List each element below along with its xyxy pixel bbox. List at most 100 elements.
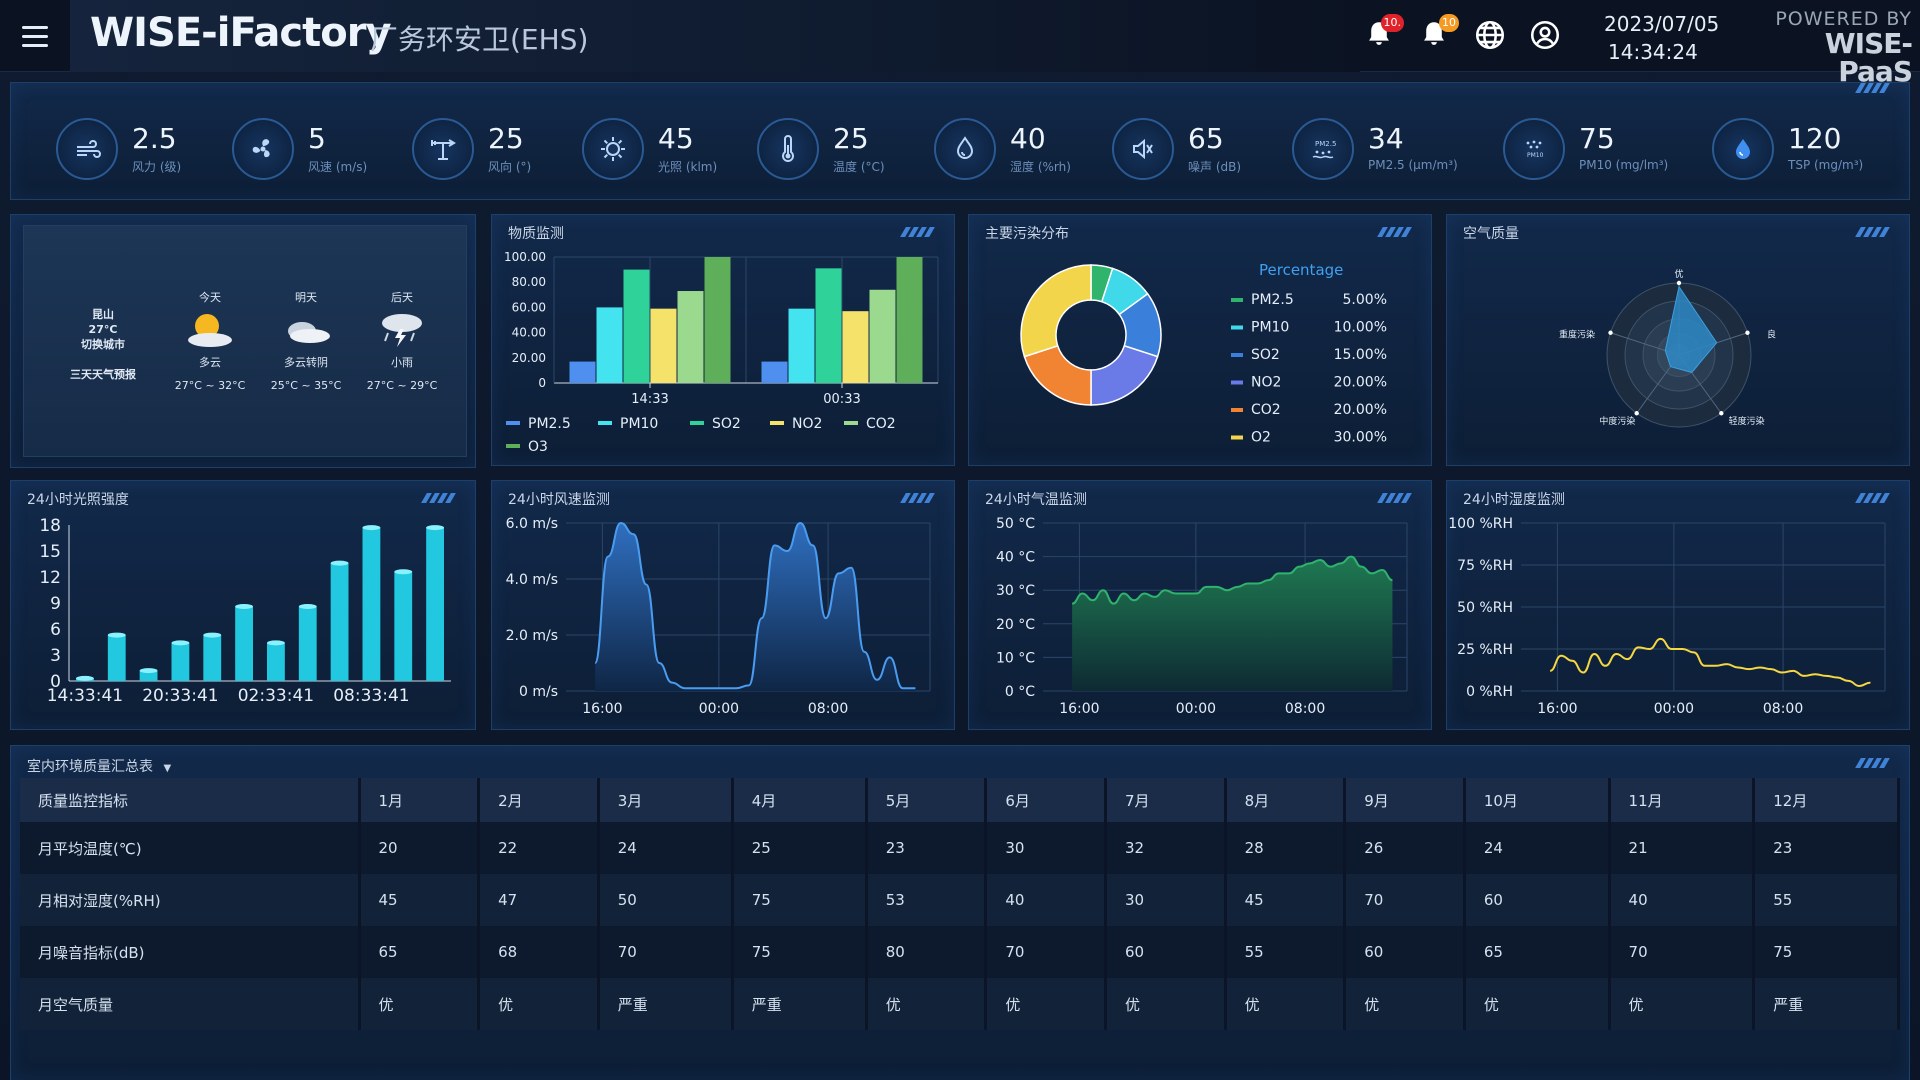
table-cell: 严重 [598, 978, 734, 1030]
series-area [595, 523, 916, 691]
y-tick-label: 100 %RH [1448, 516, 1513, 532]
user-account-icon[interactable] [1528, 18, 1562, 52]
wind-icon [56, 118, 118, 180]
y-tick-label: 0 °C [1005, 684, 1035, 700]
hamburger-menu-icon[interactable] [14, 16, 56, 56]
table-cell: 40 [985, 874, 1107, 926]
table-cell: 23 [1753, 822, 1900, 874]
legend-title: Percentage [1259, 261, 1343, 279]
x-tick-label: 02:33:41 [238, 686, 314, 706]
sensor-label: 噪声 (dB) [1188, 160, 1242, 174]
column-header-month: 2月 [478, 778, 600, 822]
legend-label: O3 [528, 439, 548, 455]
weather-panel: 昆山 27°C 切换城市 三天天气预报 今天 多云 27°C ~ 32°C 明天… [10, 214, 476, 468]
light-bar-cap [330, 560, 349, 566]
sensor-label: 风速 (m/s) [308, 160, 368, 174]
series-area [1072, 556, 1393, 691]
forecast-range: 27°C ~ 32°C [174, 379, 246, 392]
material-bar-chart: 100.00 80.00 60.00 40.00 20.00 0 14:33 00:33 PM2… [504, 250, 939, 455]
slice-o2 [1020, 264, 1092, 358]
cloudy-icon [288, 322, 330, 343]
light-bar [394, 571, 413, 681]
notification-bell-icon[interactable]: 10 [1417, 14, 1459, 52]
legend-swatch [1231, 325, 1243, 330]
y-tick-label: 9 [50, 594, 61, 614]
legend-label: PM2.5 [528, 416, 571, 432]
legend-label: CO2 [1251, 402, 1281, 418]
legend-swatch [598, 421, 612, 425]
x-tick-label: 08:33:41 [333, 686, 409, 706]
y-tick-label: 40 °C [996, 550, 1035, 566]
switch-city-link[interactable]: 切换城市 [53, 337, 153, 352]
globe-icon[interactable] [1473, 18, 1507, 52]
y-tick-label: 2.0 m/s [506, 628, 558, 644]
table-cell: 优 [1105, 978, 1227, 1030]
table-cell: 20 [359, 822, 481, 874]
legend-label: CO2 [866, 416, 896, 432]
light-bar [203, 635, 222, 681]
bar-pm10 [788, 308, 815, 383]
temperature-panel: 24小时气温监测 50 °C 40 °C 30 °C 20 °C 10 °C 0 °C 16… [968, 480, 1432, 730]
table-cell: 优 [359, 978, 481, 1030]
y-tick-label: 0 [538, 376, 546, 390]
y-tick-label: 20 °C [996, 617, 1035, 633]
thunder-rain-icon [382, 314, 422, 347]
table-cell: 45 [1225, 874, 1347, 926]
table-cell: 23 [866, 822, 988, 874]
bar-pm10 [596, 307, 623, 383]
light-intensity-panel: 24小时光照强度 18 15 12 9 6 3 0 14:33:41 20:33:41 02:33… [10, 480, 476, 730]
y-tick-label: 50 °C [996, 516, 1035, 532]
legend-value: 15.00% [1334, 347, 1387, 363]
x-tick-label: 00:00 [699, 701, 739, 717]
alarm-bell-icon[interactable]: 10. [1362, 14, 1404, 52]
column-header-month: 3月 [598, 778, 734, 822]
light-bar-cap [267, 640, 285, 646]
thermometer-icon [757, 118, 819, 180]
x-tick-label: 08:00 [808, 701, 848, 717]
weather-city-block[interactable]: 昆山 27°C 切换城市 [53, 307, 153, 352]
table-cell: 80 [866, 926, 988, 978]
speaker-icon [1112, 118, 1174, 180]
y-tick-label: 80.00 [512, 275, 546, 289]
table-cell: 47 [478, 874, 600, 926]
sensor-value: 2.5 [132, 122, 177, 155]
table-title: 室内环境质量汇总表 [27, 759, 153, 775]
light-bar [426, 527, 444, 681]
wind-vane-icon [412, 118, 474, 180]
light-bar [362, 527, 381, 681]
legend-swatch [844, 421, 858, 425]
forecast-desc: 小雨 [391, 356, 413, 369]
column-header-month: 9月 [1344, 778, 1466, 822]
light-bar-cap [139, 668, 158, 674]
table-title-dropdown[interactable]: 室内环境质量汇总表 ▼ [27, 756, 171, 776]
sensor-label: TSP (mg/m³) [1788, 158, 1864, 172]
bar-co2 [677, 291, 704, 383]
sensor-value: 34 [1368, 122, 1404, 155]
table-cell: 70 [1344, 874, 1466, 926]
humidity-icon [934, 118, 996, 180]
panel-decoration [1855, 758, 1890, 768]
series-line [1549, 637, 1871, 687]
legend-swatch [690, 421, 704, 425]
x-tick-label: 14:33:41 [47, 686, 123, 706]
city-temp: 27°C [88, 323, 118, 336]
row-label: 月噪音指标(dB) [20, 926, 361, 978]
forecast-label: 三天天气预报 [70, 368, 136, 381]
table-cell: 65 [1464, 926, 1611, 978]
legend-label: SO2 [1251, 347, 1280, 363]
fan-icon [232, 118, 294, 180]
legend-swatch [770, 421, 784, 425]
sensor-value: 75 [1579, 122, 1615, 155]
forecast-day: 今天 [199, 291, 221, 304]
bar-pm2.5 [569, 361, 596, 383]
x-tick-label: 16:00 [1537, 701, 1577, 717]
light-bar [107, 635, 126, 681]
chevron-down-icon: ▼ [163, 763, 172, 774]
x-tick-label: 20:33:41 [142, 686, 218, 706]
radar-axis-label: 良 [1767, 328, 1776, 340]
x-tick-label: 14:33 [631, 392, 668, 407]
table-cell: 严重 [1753, 978, 1900, 1030]
light-bar-chart: 181512963014:33:41 20:33:41 02:33:41 08:33:… [39, 516, 451, 706]
table-cell: 70 [598, 926, 734, 978]
pollutant-donut-chart: Percentage PM2.5 5.00% PM10 10.00% SO2 15.00% N… [1020, 261, 1387, 446]
